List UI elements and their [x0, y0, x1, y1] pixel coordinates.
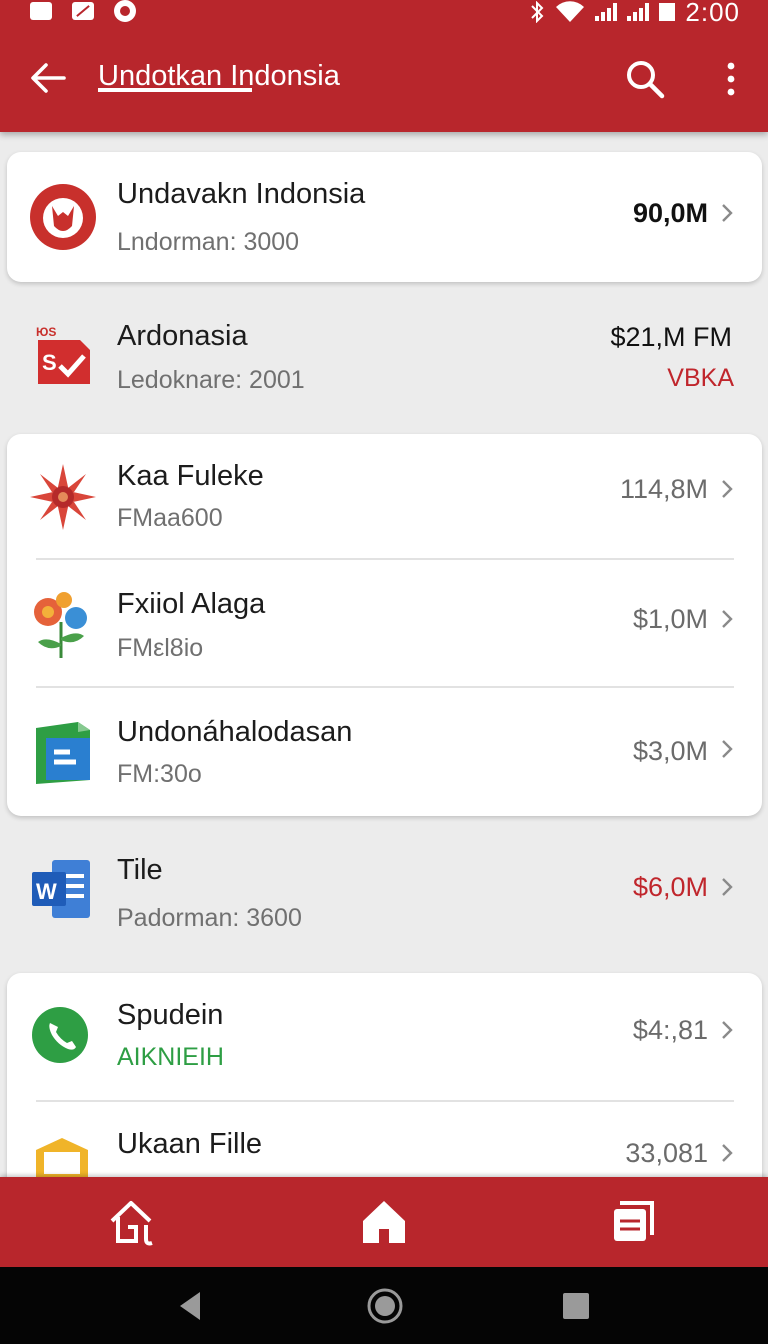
list-item[interactable]: Undavakn Indonsia Lndorman: 3000 90,0M [0, 152, 768, 282]
green-doc-icon [36, 722, 90, 784]
list-item[interactable]: Spudein AIKNIEIH $4:,81 [0, 973, 768, 1101]
folder-icon [36, 1138, 88, 1177]
list-item[interactable]: Kaa Fuleke FMaa600 114,8M [0, 434, 768, 560]
home-circle-icon[interactable] [366, 1287, 404, 1325]
item-subtitle: Lndorman: 3000 [117, 228, 300, 256]
item-value: 114,8M [619, 474, 708, 504]
title-underline [98, 88, 252, 92]
wifi-icon [556, 1, 585, 22]
record-icon [114, 0, 136, 22]
image-icon [30, 2, 52, 20]
chevron-right-icon [722, 610, 733, 628]
item-name: Undavakn Indonsia [117, 178, 366, 210]
chevron-right-icon [722, 480, 733, 498]
signal-icon [627, 3, 650, 21]
fox-logo-icon [30, 184, 96, 250]
item-name: Undonáhalodasan [117, 716, 353, 748]
no-sim-icon [72, 2, 94, 20]
list-item[interactable]: Undonáhalodasan FM:30o $3,0M [0, 688, 768, 816]
item-name: Ukaan Fille [117, 1128, 263, 1160]
word-icon: W [32, 860, 90, 918]
item-name: Tile [117, 854, 163, 886]
home-icon[interactable] [357, 1195, 411, 1249]
item-subtitle: FMεl8io [117, 634, 204, 662]
battery-icon [659, 3, 676, 21]
item-value: $1,0M [632, 604, 708, 634]
svg-text:S: S [42, 350, 57, 375]
item-status: AIKNIEIH [117, 1043, 224, 1071]
chevron-right-icon [722, 740, 733, 758]
status-bar: 2:00 [0, 0, 768, 28]
item-name: Spudein [117, 999, 224, 1031]
document-icon[interactable] [608, 1195, 662, 1249]
list-item[interactable]: Ukaan Fille 33,081 [0, 1102, 768, 1177]
signal-icon [595, 3, 618, 21]
list-item[interactable]: Fxiiol Alaga FMεl8io $1,0M [0, 560, 768, 688]
item-value: $3,0M [632, 736, 708, 766]
home-outline-icon[interactable] [106, 1195, 160, 1249]
status-right-icons: 2:00 [529, 0, 740, 27]
chevron-right-icon [722, 204, 733, 222]
list-item[interactable]: ЮS S Ardonasia Ledoknare: 2001 $21,M FM … [0, 300, 768, 420]
item-status: VBKA [667, 364, 734, 392]
back-triangle-icon[interactable] [176, 1289, 204, 1323]
svg-text:W: W [36, 879, 57, 904]
item-subtitle: FMaa600 [117, 504, 223, 532]
status-left-icons [30, 0, 136, 22]
back-arrow-icon[interactable] [28, 58, 68, 98]
item-value: 90,0M [632, 198, 708, 228]
top-app-bar: 2:00 Undotkan Indonsia [0, 0, 768, 132]
item-value: $4:,81 [632, 1015, 708, 1045]
app-bar: Undotkan Indonsia [0, 38, 768, 118]
more-vert-icon[interactable] [716, 58, 746, 100]
system-navigation-bar [0, 1267, 768, 1344]
bottom-navigation [0, 1177, 768, 1267]
item-subtitle: Ledoknare: 2001 [117, 366, 305, 394]
item-name: Ardonasia [117, 320, 248, 352]
search-icon[interactable] [624, 58, 666, 100]
item-subtitle: FM:30o [117, 760, 202, 788]
item-value: $6,0M [632, 872, 708, 902]
chevron-right-icon [722, 878, 733, 896]
item-subtitle: Padorman: 3600 [117, 904, 302, 932]
phone-icon [32, 1007, 88, 1063]
item-value: $21,M FM [610, 322, 732, 352]
item-name: Fxiiol Alaga [117, 588, 266, 620]
list-item[interactable]: W Tile Padorman: 3600 $6,0M [0, 836, 768, 956]
recents-square-icon[interactable] [561, 1291, 591, 1321]
svg-text:ЮS: ЮS [36, 325, 56, 339]
item-name: Kaa Fuleke [117, 460, 264, 492]
item-value: 33,081 [625, 1138, 708, 1168]
flower-icon [30, 464, 96, 530]
chevron-right-icon [722, 1144, 733, 1162]
bluetooth-icon [531, 1, 544, 23]
sheet-check-icon: ЮS S [36, 325, 90, 384]
chevron-right-icon [722, 1021, 733, 1039]
plant-icon [34, 592, 87, 658]
status-time: 2:00 [685, 0, 740, 27]
